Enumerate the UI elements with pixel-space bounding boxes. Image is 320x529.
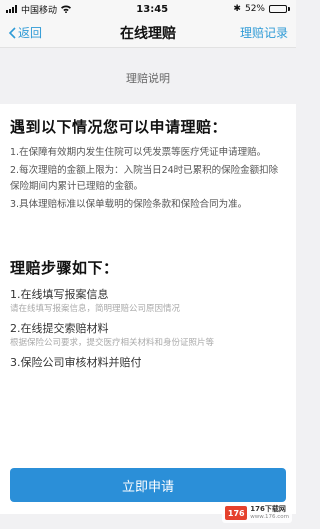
bluetooth-icon: ✱	[233, 4, 241, 14]
conditions-heading: 遇到以下情况您可以申请理赔：	[10, 118, 228, 136]
back-label: 返回	[18, 26, 43, 40]
claim-info-card: 遇到以下情况您可以申请理赔： 1.在保障有效期内发生住院可以凭发票等医疗凭证申请…	[0, 104, 296, 514]
condition-item: 2.每次理赔的金额上限为：入院当日24时已累积的保险金额扣除保险期间内累计已理赔…	[10, 165, 279, 192]
chevron-left-icon	[8, 26, 16, 39]
status-time: 13:45	[136, 3, 169, 15]
battery-percent: 52%	[244, 4, 265, 14]
step-title: 3.保险公司审核材料并赔付	[10, 356, 142, 369]
watermark-badge: 176	[225, 506, 248, 520]
signal-icon	[6, 5, 17, 13]
apply-now-button[interactable]: 立即申请	[10, 468, 286, 502]
claim-records-link[interactable]: 理赔记录	[240, 24, 288, 41]
carrier-label: 中国移动	[21, 5, 58, 16]
battery-icon	[268, 5, 290, 13]
status-bar: 中国移动 13:45 ✱ 52%	[0, 0, 296, 18]
steps-heading: 理赔步骤如下：	[10, 259, 119, 277]
status-right: ✱ 52%	[233, 4, 290, 14]
watermark-line2: www.176.com	[250, 514, 289, 520]
back-button[interactable]: 返回	[8, 24, 42, 41]
status-left: 中国移动	[6, 3, 72, 16]
wifi-icon	[61, 5, 72, 13]
condition-item: 3.具体理赔标准以保单载明的保险条款和保险合同为准。	[10, 199, 248, 210]
step-desc: 根据保险公司要求，提交医疗相关材料和身份证照片等	[10, 338, 215, 348]
nav-bar: 返回 在线理赔 理赔记录	[0, 18, 296, 48]
condition-item: 1.在保障有效期内发生住院可以凭发票等医疗凭证申请理赔。	[10, 147, 267, 158]
step-title: 1.在线填写报案信息	[10, 288, 109, 301]
step-title: 2.在线提交索赔材料	[10, 322, 109, 335]
section-header: 理赔说明	[126, 72, 170, 85]
watermark-line1: 176下载网	[250, 505, 286, 513]
step-desc: 请在线填写报案信息，简明理赔公司原因情况	[10, 304, 181, 314]
watermark-logo: 176 176下载网 www.176.com	[222, 503, 292, 523]
